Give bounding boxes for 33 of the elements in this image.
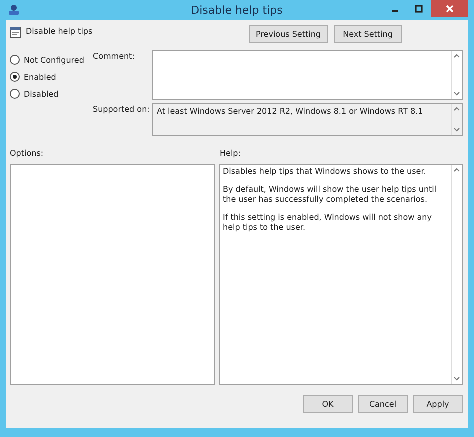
radio-button[interactable] (10, 89, 20, 99)
help-paragraph: If this setting is enabled, Windows will not show any help tips to the user. (223, 213, 433, 233)
help-paragraph: By default, Windows will show the user help tips until the user has successfully completed the scenarios. (223, 185, 438, 205)
app-icon (8, 4, 20, 16)
cancel-button[interactable]: Cancel (358, 395, 408, 413)
comment-label: Comment: (93, 51, 136, 63)
options-label: Options: (10, 149, 45, 158)
chevron-down-icon[interactable] (454, 128, 460, 132)
radio-button[interactable] (10, 72, 20, 82)
close-button[interactable] (431, 0, 468, 17)
radio-label[interactable]: Not Configured (24, 56, 84, 64)
supported-on-label: Supported on: (93, 104, 151, 116)
ok-button[interactable]: OK (303, 395, 353, 413)
help-label: Help: (220, 149, 241, 158)
chevron-up-icon[interactable] (454, 107, 460, 111)
setting-title: Disable help tips (26, 27, 93, 36)
radio-label[interactable]: Disabled (24, 90, 59, 98)
comment-field[interactable] (152, 50, 463, 100)
radio-button[interactable] (10, 55, 20, 65)
next-setting-button[interactable]: Next Setting (334, 25, 402, 43)
apply-button[interactable]: Apply (413, 395, 463, 413)
policy-icon (10, 27, 21, 38)
chevron-down-icon[interactable] (454, 92, 460, 96)
close-icon (446, 4, 454, 12)
supported-on-text: At least Windows Server 2012 R2, Windows 8.1 or Windows RT 8.1 (156, 106, 424, 118)
previous-setting-button[interactable]: Previous Setting (249, 25, 328, 43)
radio-label[interactable]: Enabled (24, 72, 56, 82)
chevron-down-icon[interactable] (454, 377, 460, 381)
maximize-icon (415, 4, 423, 12)
chevron-up-icon[interactable] (454, 168, 460, 172)
help-paragraph: Disables help tips that Windows shows to the user. (223, 167, 428, 177)
window-title: Disable help tips (191, 4, 283, 16)
chevron-up-icon[interactable] (454, 54, 460, 58)
